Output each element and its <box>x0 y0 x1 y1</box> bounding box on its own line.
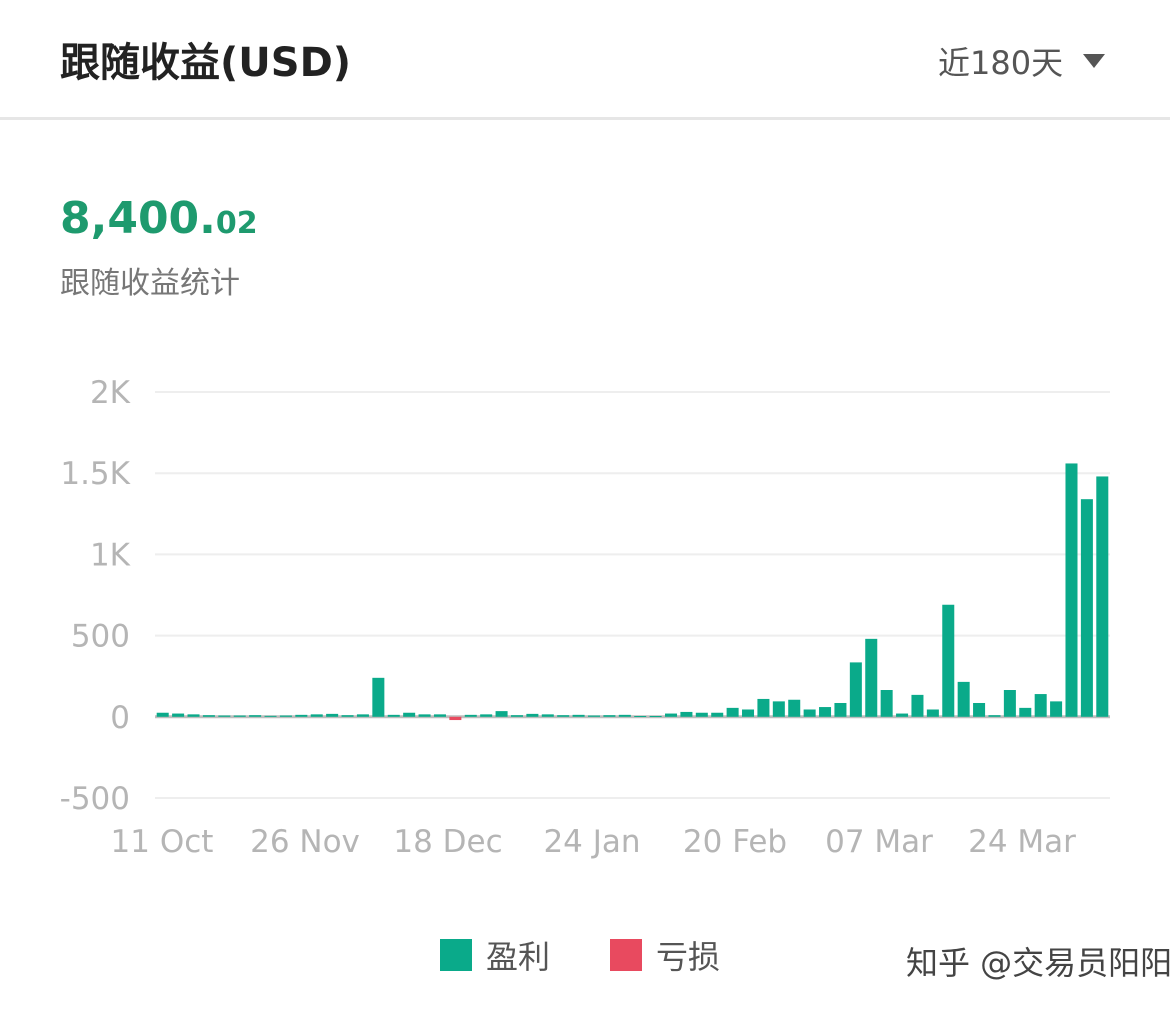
bar[interactable] <box>1034 694 1047 717</box>
bar[interactable] <box>279 715 292 717</box>
y-tick-label: -500 <box>60 781 130 817</box>
legend-label-loss: 亏损 <box>656 938 721 976</box>
bar[interactable] <box>880 690 893 717</box>
x-tick-label: 07 Mar <box>825 824 933 860</box>
bar[interactable] <box>834 702 847 717</box>
bar[interactable] <box>742 709 755 717</box>
y-tick-label: 1K <box>90 537 131 573</box>
bar[interactable] <box>649 715 662 717</box>
bar[interactable] <box>218 715 231 717</box>
bar[interactable] <box>495 711 508 717</box>
legend: 盈利 亏损 <box>440 932 780 978</box>
x-tick-label: 18 Dec <box>393 824 502 860</box>
bar[interactable] <box>326 713 339 717</box>
bar[interactable] <box>772 701 785 717</box>
bar[interactable] <box>819 707 832 717</box>
profit-swatch <box>440 939 472 971</box>
header: 跟随收益(USD) 近180天 <box>0 0 1170 120</box>
y-tick-label: 0 <box>110 700 130 736</box>
bar[interactable] <box>665 713 678 717</box>
total-decimal: 02 <box>215 206 258 241</box>
bar[interactable] <box>187 714 200 717</box>
bar[interactable] <box>911 694 924 717</box>
legend-label-profit: 盈利 <box>486 938 551 976</box>
page-title: 跟随收益(USD) <box>60 40 352 86</box>
bar[interactable] <box>295 714 308 717</box>
bar[interactable] <box>202 715 215 717</box>
x-tick-label: 26 Nov <box>250 824 360 860</box>
bar[interactable] <box>618 714 631 717</box>
x-tick-label: 20 Feb <box>683 824 787 860</box>
bar[interactable] <box>587 715 600 717</box>
bar[interactable] <box>310 714 323 717</box>
bar[interactable] <box>973 702 986 717</box>
bar[interactable] <box>403 712 416 717</box>
bar[interactable] <box>711 712 724 717</box>
bar[interactable] <box>926 709 939 717</box>
bar[interactable] <box>1080 499 1093 717</box>
bar[interactable] <box>865 638 878 717</box>
bar[interactable] <box>896 713 909 717</box>
y-tick-label: 500 <box>71 619 130 655</box>
x-axis-ticks: 11 Oct 26 Nov 18 Dec 24 Jan 20 Feb 07 Mar 24 M… <box>111 824 1077 860</box>
bar[interactable] <box>1019 707 1032 717</box>
bar[interactable] <box>849 662 862 717</box>
earnings-bar-chart: 2K 1.5K 1K 500 0 -500 11 Oct 26 Nov 18 Dec 24 Ja… <box>60 375 1110 860</box>
bar[interactable] <box>464 714 477 717</box>
bar[interactable] <box>695 712 708 717</box>
bar[interactable] <box>233 715 246 717</box>
bar[interactable] <box>480 714 493 717</box>
y-axis-ticks: 2K 1.5K 1K 500 0 -500 <box>60 375 131 817</box>
bar[interactable] <box>341 715 354 717</box>
bar[interactable] <box>449 716 462 721</box>
bar[interactable] <box>988 715 1001 717</box>
bar[interactable] <box>957 681 970 717</box>
bar[interactable] <box>172 713 185 717</box>
x-tick-label: 11 Oct <box>111 824 214 860</box>
bar[interactable] <box>1065 463 1078 717</box>
loss-swatch <box>610 939 643 971</box>
total-integer: 8,400. <box>60 193 216 244</box>
bar[interactable] <box>803 709 816 717</box>
bar[interactable] <box>603 715 616 717</box>
legend-item-profit[interactable]: 盈利 <box>440 932 550 978</box>
bar[interactable] <box>356 714 369 717</box>
bar[interactable] <box>680 711 693 717</box>
bar[interactable] <box>156 712 169 717</box>
bar[interactable] <box>942 604 955 717</box>
range-dropdown[interactable]: 近180天 <box>938 38 1106 84</box>
range-label: 近180天 <box>938 44 1064 82</box>
bars <box>156 463 1109 721</box>
y-tick-label: 2K <box>90 375 131 411</box>
total-label: 跟随收益统计 <box>60 266 240 301</box>
caret-down-icon <box>1083 54 1106 68</box>
bar[interactable] <box>1003 690 1016 717</box>
x-tick-label: 24 Jan <box>543 824 640 860</box>
bar[interactable] <box>557 715 570 717</box>
bar[interactable] <box>726 707 739 717</box>
bar[interactable] <box>1096 476 1109 717</box>
total-earnings: 8,400.02 <box>60 193 258 244</box>
bar[interactable] <box>788 699 801 717</box>
bar[interactable] <box>372 677 385 717</box>
bar[interactable] <box>757 698 770 717</box>
watermark: 知乎 @交易员阳阳 <box>906 944 1170 982</box>
bar[interactable] <box>510 715 523 717</box>
legend-item-loss[interactable]: 亏损 <box>610 932 720 978</box>
bar[interactable] <box>634 715 647 717</box>
bar[interactable] <box>572 714 585 717</box>
bar[interactable] <box>541 714 554 717</box>
bar[interactable] <box>249 715 262 717</box>
x-tick-label: 24 Mar <box>968 824 1076 860</box>
y-tick-label: 1.5K <box>60 456 130 492</box>
bar[interactable] <box>1050 701 1063 717</box>
bar[interactable] <box>526 713 539 717</box>
bar[interactable] <box>387 714 400 717</box>
bar[interactable] <box>433 714 446 717</box>
bar[interactable] <box>418 714 431 717</box>
grid-layer <box>155 391 1110 799</box>
bar[interactable] <box>264 715 277 717</box>
